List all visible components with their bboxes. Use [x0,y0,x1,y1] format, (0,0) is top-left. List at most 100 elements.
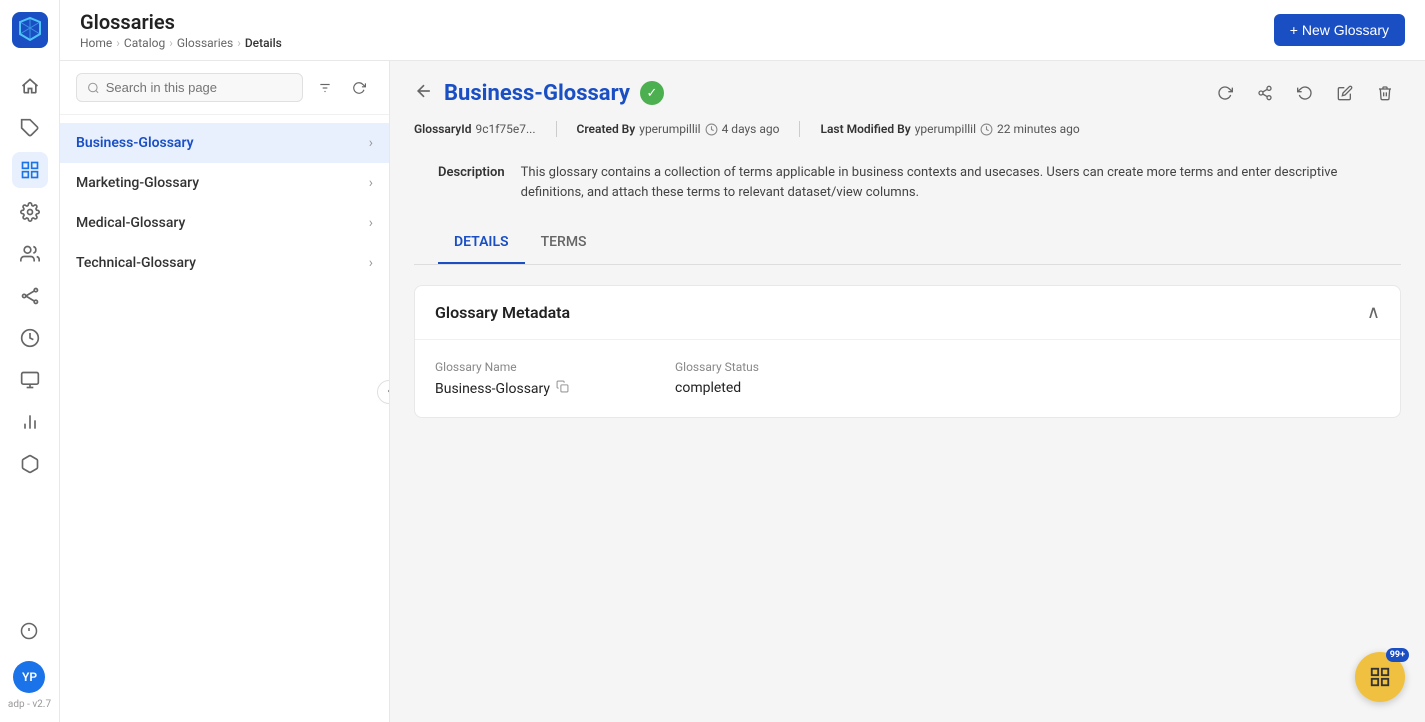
sidebar-list: Business-Glossary › Marketing-Glossary ›… [60,115,389,722]
chevron-right-icon: › [369,255,373,271]
back-button[interactable] [414,81,434,106]
sidebar: Business-Glossary › Marketing-Glossary ›… [60,61,390,722]
tab-details[interactable]: DETAILS [438,222,525,264]
last-modified-label: Last Modified By [820,122,910,136]
nav-home[interactable] [12,68,48,104]
notification-badge: 99+ [1386,648,1409,662]
clock-icon-2 [980,123,993,136]
breadcrumb-current: Details [245,36,282,50]
nav-bottom: YP adp - v2.7 [8,613,51,710]
verified-badge: ✓ [640,81,664,105]
sidebar-item-label: Marketing-Glossary [76,175,199,191]
metadata-card-header: Glossary Metadata ∧ [415,286,1400,340]
sidebar-item-business-glossary[interactable]: Business-Glossary › [60,123,389,163]
content-area: Business-Glossary ✓ [390,61,1425,722]
share-btn[interactable] [1249,77,1281,109]
glossary-name-field: Glossary Name Business-Glossary [435,360,635,397]
created-by-user: yperumpillil [639,122,700,136]
search-icon [87,81,100,95]
sidebar-item-technical-glossary[interactable]: Technical-Glossary › [60,243,389,283]
history-btn[interactable] [1289,77,1321,109]
nav-lineage[interactable] [12,278,48,314]
grid-icon [1369,666,1391,688]
refresh-list-btn[interactable] [345,74,373,102]
meta-last-modified: Last Modified By yperumpillil 22 minutes… [820,122,1099,136]
meta-glossary-id: GlossaryId 9c1f75e7... [414,122,556,136]
metadata-card-title: Glossary Metadata [435,303,570,322]
sidebar-search-bar [60,61,389,115]
floating-notification-btn[interactable]: 99+ [1355,652,1405,702]
glossary-id-label: GlossaryId [414,122,471,136]
sidebar-item-medical-glossary[interactable]: Medical-Glossary › [60,203,389,243]
app-version: adp - v2.7 [8,699,51,710]
metadata-card: Glossary Metadata ∧ Glossary Name Busine… [414,285,1401,418]
chevron-right-icon: › [369,215,373,231]
breadcrumb-catalog[interactable]: Catalog [124,36,165,50]
breadcrumb-sep-3: › [237,36,241,50]
glossary-id-value: 9c1f75e7... [475,122,535,136]
meta-sep-2 [799,121,800,137]
created-by-label: Created By [577,122,636,136]
sidebar-item-label: Technical-Glossary [76,255,196,271]
search-input[interactable] [106,80,292,95]
meta-created-by: Created By yperumpillil 4 days ago [577,122,800,136]
new-glossary-button[interactable]: + New Glossary [1274,14,1405,46]
edit-btn[interactable] [1329,77,1361,109]
content-title: Business-Glossary [444,81,630,106]
app-logo[interactable] [12,12,48,48]
nav-analytics[interactable] [12,362,48,398]
created-by-time: 4 days ago [722,122,780,136]
nav-reports[interactable] [12,404,48,440]
metadata-card-body: Glossary Name Business-Glossary Glossary… [415,340,1400,417]
nav-users[interactable] [12,236,48,272]
refresh-btn[interactable] [1209,77,1241,109]
delete-btn[interactable] [1369,77,1401,109]
user-avatar[interactable]: YP [13,661,45,693]
content-body: Glossary Metadata ∧ Glossary Name Busine… [390,265,1425,722]
breadcrumb: Home › Catalog › Glossaries › Details [80,36,282,50]
nav-time[interactable] [12,320,48,356]
meta-row: GlossaryId 9c1f75e7... Created By yperum… [414,121,1401,137]
nav-settings[interactable] [12,194,48,230]
breadcrumb-sep-1: › [116,36,120,50]
nav-catalog[interactable] [12,152,48,188]
breadcrumb-glossaries[interactable]: Glossaries [177,36,233,50]
description-row: Description This glossary contains a col… [414,153,1401,222]
glossary-status-field: Glossary Status completed [675,360,875,397]
search-input-wrapper[interactable] [76,73,303,102]
nav-package[interactable] [12,446,48,482]
tab-terms[interactable]: TERMS [525,222,603,264]
collapse-section-btn[interactable]: ∧ [1367,302,1380,323]
meta-sep-1 [556,121,557,137]
breadcrumb-sep-2: › [169,36,173,50]
content-actions [1209,77,1401,109]
glossary-status-label: Glossary Status [675,360,875,374]
sidebar-item-label: Business-Glossary [76,135,194,151]
top-header: Glossaries Home › Catalog › Glossaries ›… [60,0,1425,61]
chevron-right-icon: › [369,135,373,151]
description-text: This glossary contains a collection of t… [521,163,1377,202]
main-container: Glossaries Home › Catalog › Glossaries ›… [60,0,1425,722]
tabs-row: DETAILS TERMS [414,222,1401,265]
nav-rail: YP adp - v2.7 [0,0,60,722]
filter-icon-btn[interactable] [311,74,339,102]
content-title-row: Business-Glossary ✓ [414,77,1401,109]
last-modified-time: 22 minutes ago [997,122,1080,136]
glossary-status-value: completed [675,380,875,396]
last-modified-user: yperumpillil [915,122,976,136]
copy-glossary-name-btn[interactable] [556,380,569,397]
sidebar-item-marketing-glossary[interactable]: Marketing-Glossary › [60,163,389,203]
glossary-name-label: Glossary Name [435,360,635,374]
clock-icon-1 [705,123,718,136]
chevron-right-icon: › [369,175,373,191]
breadcrumb-home[interactable]: Home [80,36,112,50]
page-title: Glossaries [80,10,282,34]
content-header-section: Business-Glossary ✓ [390,61,1425,265]
glossary-name-value: Business-Glossary [435,380,635,397]
nav-info[interactable] [11,613,47,649]
description-label: Description [438,163,505,202]
body-split: Business-Glossary › Marketing-Glossary ›… [60,61,1425,722]
sidebar-toolbar-icons [311,74,373,102]
nav-tags[interactable] [12,110,48,146]
sidebar-item-label: Medical-Glossary [76,215,185,231]
